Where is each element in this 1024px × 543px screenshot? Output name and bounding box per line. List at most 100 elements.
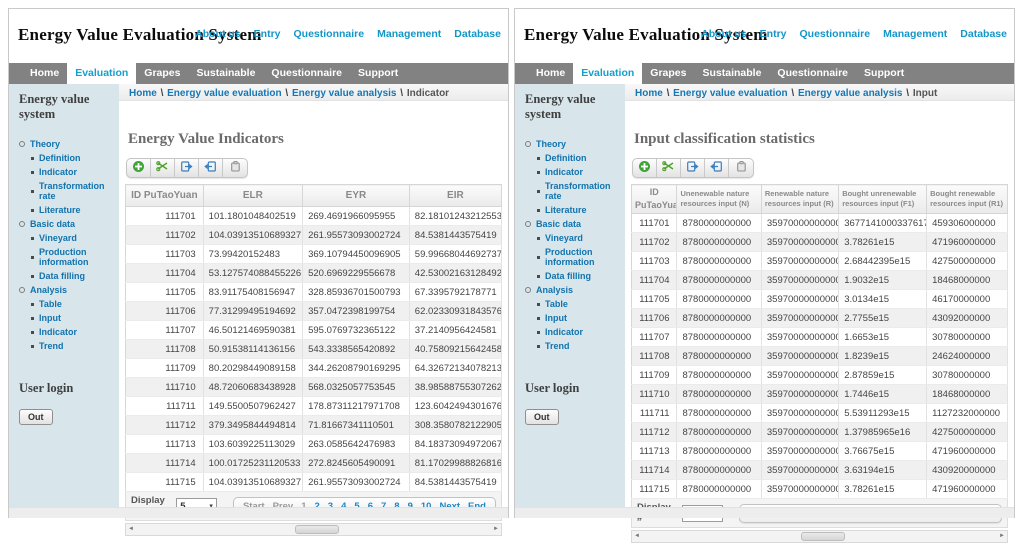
- nav-tab[interactable]: Questionnaire: [769, 63, 856, 84]
- scrollbar-thumb[interactable]: [295, 525, 339, 534]
- nav-tab[interactable]: Grapes: [136, 63, 188, 84]
- nav-tab[interactable]: Sustainable: [188, 63, 263, 84]
- sidebar-item[interactable]: Transformation rate: [537, 181, 625, 201]
- table-cell: 24624000000: [927, 347, 1008, 366]
- breadcrumb-link[interactable]: Energy value evaluation: [167, 88, 282, 99]
- scroll-left-arrow-icon[interactable]: ◄: [126, 524, 136, 535]
- sidebar-section-header[interactable]: Analysis: [17, 285, 119, 295]
- column-header[interactable]: ID PuTaoYuan: [126, 185, 204, 207]
- import-button[interactable]: [199, 159, 223, 177]
- sidebar-item[interactable]: Indicator: [31, 327, 119, 337]
- top-link[interactable]: Database: [454, 28, 501, 40]
- column-header[interactable]: ID PuTaoYuan: [632, 185, 677, 214]
- sidebar-section-header[interactable]: Theory: [17, 139, 119, 149]
- add-button[interactable]: [127, 159, 151, 177]
- breadcrumb-link[interactable]: Energy value analysis: [798, 88, 903, 99]
- top-link[interactable]: Management: [377, 28, 441, 40]
- table-cell: 8780000000000: [677, 461, 761, 480]
- sidebar-item[interactable]: Input: [537, 313, 625, 323]
- column-header[interactable]: EYR: [303, 185, 410, 207]
- logout-button[interactable]: Out: [525, 409, 559, 425]
- print-button[interactable]: [729, 159, 753, 177]
- column-header[interactable]: Renewable nature resources input (R): [761, 185, 838, 214]
- sidebar-item[interactable]: Input: [31, 313, 119, 323]
- table-cell: 18468000000: [927, 271, 1008, 290]
- table-cell: 82.18101243212553: [409, 207, 501, 226]
- nav-tab[interactable]: Support: [350, 63, 406, 84]
- top-link[interactable]: Entry: [760, 28, 787, 40]
- sidebar-item[interactable]: Indicator: [31, 167, 119, 177]
- export-button[interactable]: [681, 159, 705, 177]
- nav-tab[interactable]: Questionnaire: [263, 63, 350, 84]
- nav-tab[interactable]: Evaluation: [67, 63, 136, 84]
- sidebar-section: Basic data Vineyard Production informati…: [523, 219, 625, 281]
- breadcrumb-link[interactable]: Energy value evaluation: [673, 88, 788, 99]
- sidebar-item[interactable]: Vineyard: [537, 233, 625, 243]
- nav-tab[interactable]: Home: [528, 63, 573, 84]
- sidebar-section-items: Table Input Indicator: [17, 299, 119, 351]
- sidebar-item[interactable]: Definition: [537, 153, 625, 163]
- nav-tab[interactable]: Sustainable: [694, 63, 769, 84]
- sidebar-item[interactable]: Definition: [31, 153, 119, 163]
- sidebar-section-header[interactable]: Basic data: [523, 219, 625, 229]
- sidebar-section-header[interactable]: Theory: [523, 139, 625, 149]
- top-link[interactable]: Database: [960, 28, 1007, 40]
- export-button[interactable]: [175, 159, 199, 177]
- breadcrumb-link[interactable]: Home: [635, 88, 663, 99]
- breadcrumb-links: Home \ Energy value evaluation \ Energy …: [635, 84, 913, 100]
- horizontal-scrollbar[interactable]: ◄ ►: [631, 530, 1008, 543]
- sidebar-item[interactable]: Production information: [537, 247, 625, 267]
- column-header[interactable]: Bought renewable resources input (R1): [927, 185, 1008, 214]
- sidebar-item[interactable]: Trend: [537, 341, 625, 351]
- sidebar-item[interactable]: Vineyard: [31, 233, 119, 243]
- scrollbar-thumb[interactable]: [801, 532, 845, 541]
- breadcrumb-link[interactable]: Home: [129, 88, 157, 99]
- sidebar-item[interactable]: Literature: [537, 205, 625, 215]
- column-header[interactable]: EIR: [409, 185, 501, 207]
- cut-button[interactable]: [151, 159, 175, 177]
- scroll-left-arrow-icon[interactable]: ◄: [632, 531, 642, 542]
- sidebar-item-label: Data filling: [545, 271, 591, 281]
- cut-button[interactable]: [657, 159, 681, 177]
- horizontal-scrollbar[interactable]: ◄ ►: [125, 523, 502, 536]
- nav-tab[interactable]: Support: [856, 63, 912, 84]
- logout-button[interactable]: Out: [19, 409, 53, 425]
- user-login-title: User login: [515, 373, 625, 396]
- top-link[interactable]: About us: [701, 28, 747, 40]
- sidebar-item[interactable]: Indicator: [537, 327, 625, 337]
- column-header[interactable]: Bought unrenewable resources input (F1): [839, 185, 927, 214]
- sidebar-item[interactable]: Transformation rate: [31, 181, 119, 201]
- nav-tab[interactable]: Evaluation: [573, 63, 642, 84]
- sidebar-item[interactable]: Indicator: [537, 167, 625, 177]
- breadcrumb-link[interactable]: Energy value analysis: [292, 88, 397, 99]
- sidebar-section-header[interactable]: Analysis: [523, 285, 625, 295]
- table-cell: 308.3580782122905: [409, 416, 501, 435]
- scroll-right-arrow-icon[interactable]: ►: [491, 524, 501, 535]
- column-header[interactable]: Unenewable nature resources input (N): [677, 185, 761, 214]
- print-button[interactable]: [223, 159, 247, 177]
- import-button[interactable]: [705, 159, 729, 177]
- top-link[interactable]: Entry: [254, 28, 281, 40]
- nav-tab[interactable]: Grapes: [642, 63, 694, 84]
- top-link[interactable]: Questionnaire: [800, 28, 871, 40]
- sidebar-item[interactable]: Literature: [31, 205, 119, 215]
- sidebar-section-label: Analysis: [536, 285, 573, 295]
- nav-tab[interactable]: Home: [22, 63, 67, 84]
- sidebar-item[interactable]: Data filling: [537, 271, 625, 281]
- column-header[interactable]: ELR: [203, 185, 302, 207]
- sidebar-item[interactable]: Table: [31, 299, 119, 309]
- scroll-right-arrow-icon[interactable]: ►: [997, 531, 1007, 542]
- sidebar-section-header[interactable]: Basic data: [17, 219, 119, 229]
- sidebar-section-items: Definition Indicator Transformation rate: [523, 153, 625, 215]
- sidebar-item[interactable]: Production information: [31, 247, 119, 267]
- table-cell: 111705: [126, 283, 204, 302]
- top-link[interactable]: Management: [883, 28, 947, 40]
- sidebar-item[interactable]: Trend: [31, 341, 119, 351]
- sidebar-item[interactable]: Data filling: [31, 271, 119, 281]
- sidebar-item[interactable]: Table: [537, 299, 625, 309]
- add-button[interactable]: [633, 159, 657, 177]
- top-link[interactable]: Questionnaire: [294, 28, 365, 40]
- top-link[interactable]: About us: [195, 28, 241, 40]
- table-cell: 178.87311217971708: [303, 397, 410, 416]
- sidebar-item-label: Definition: [39, 153, 81, 163]
